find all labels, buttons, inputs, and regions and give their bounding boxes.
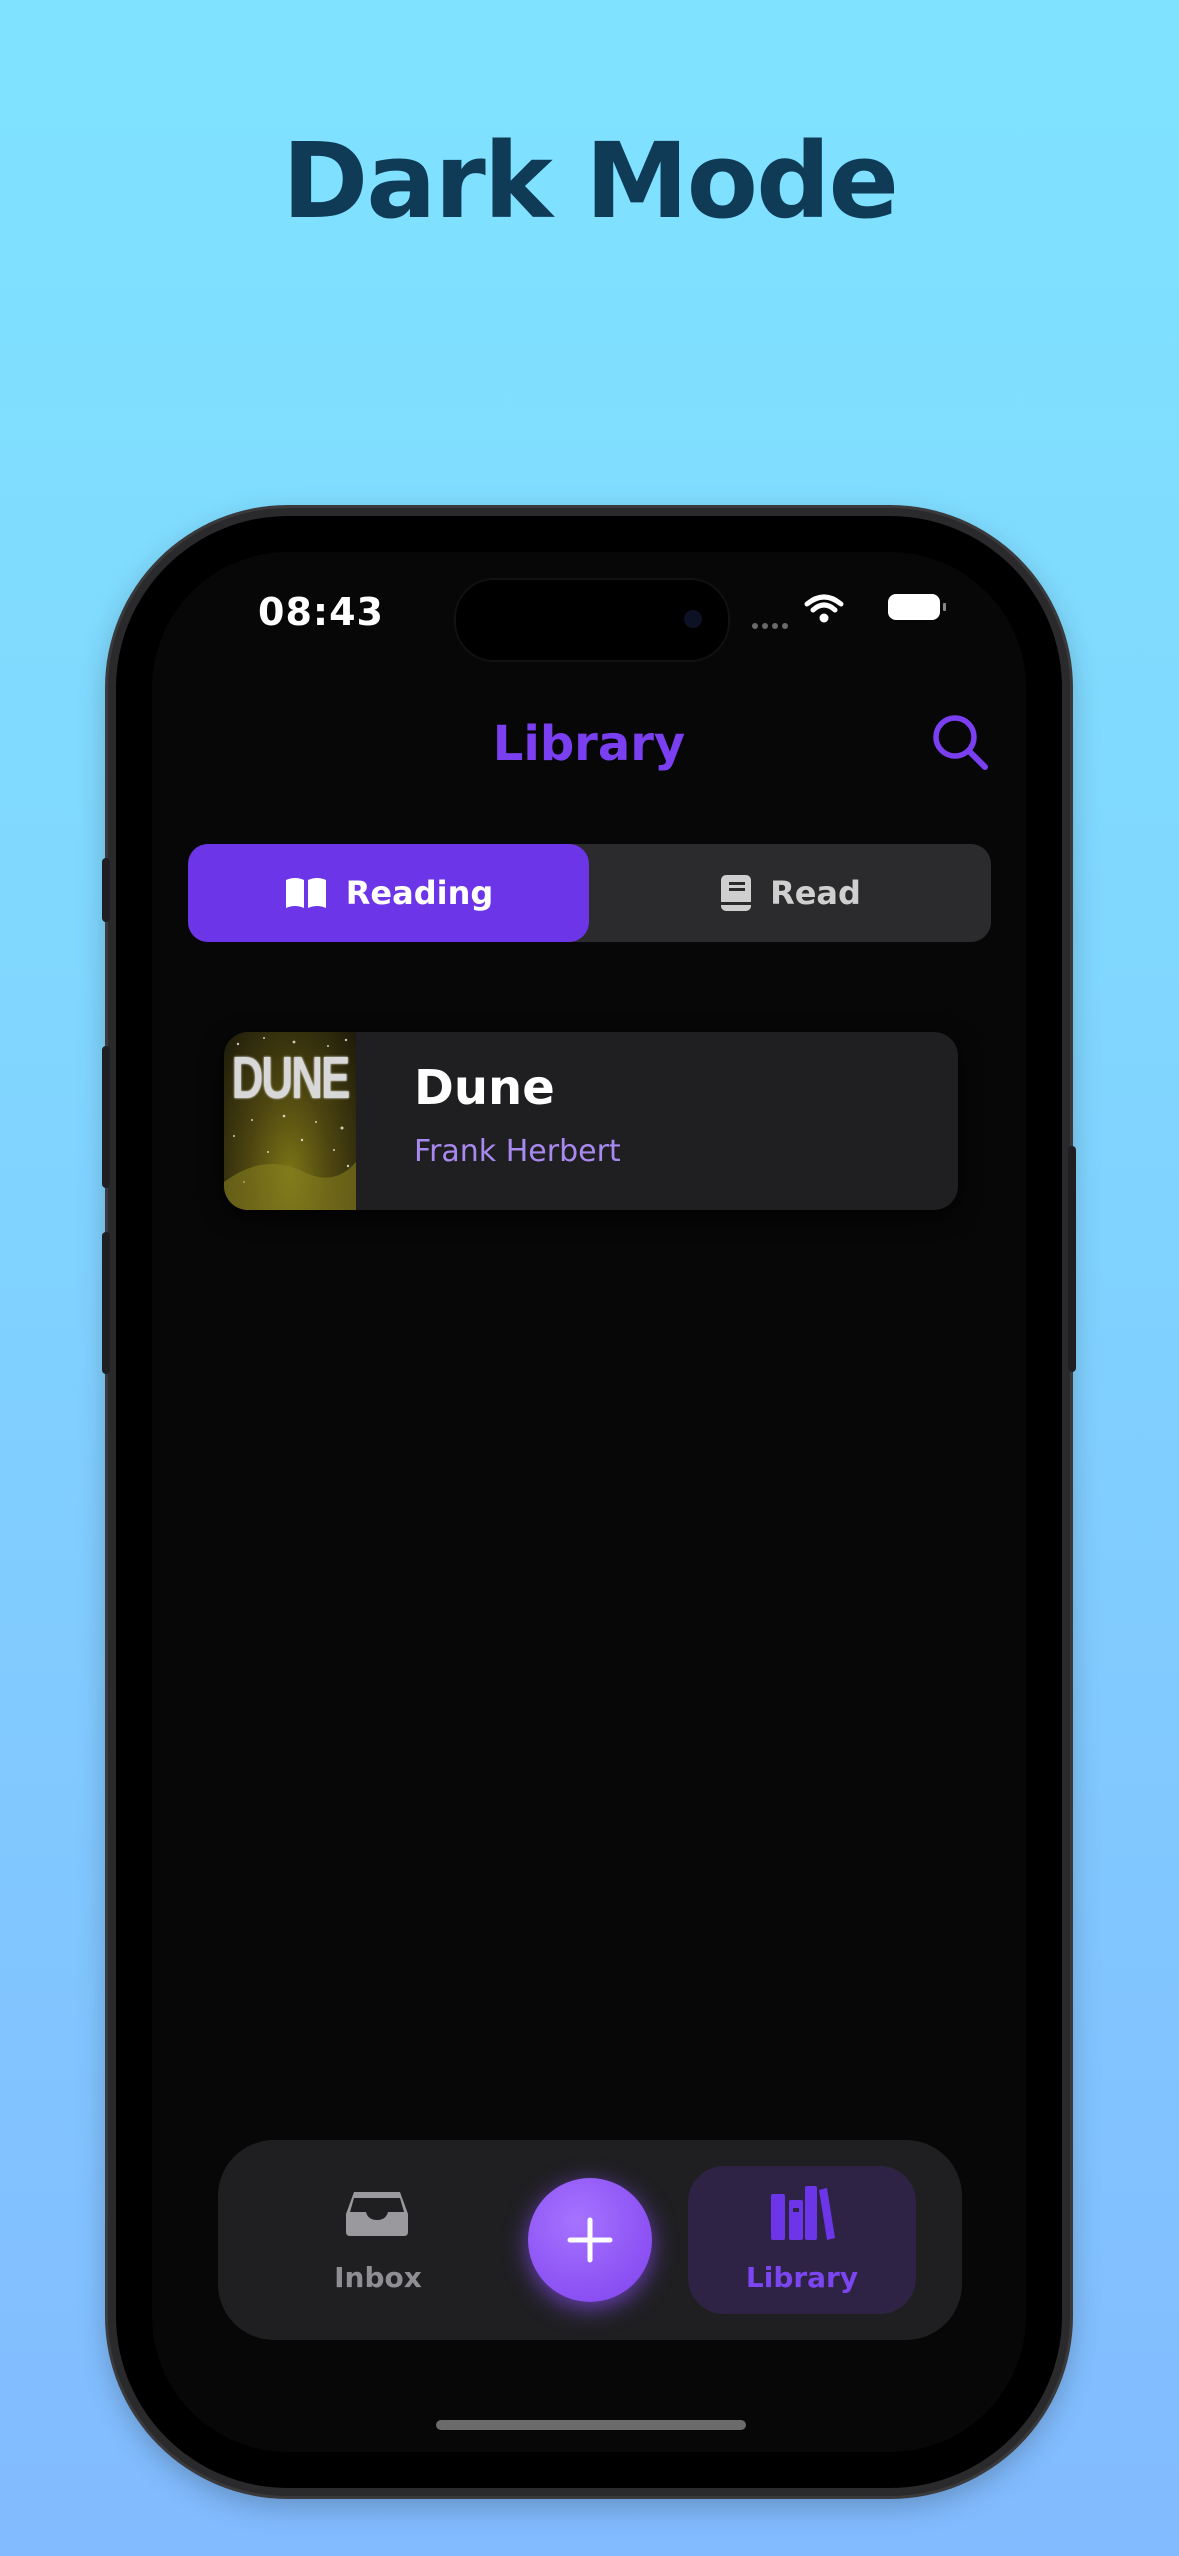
closed-book-icon bbox=[721, 875, 752, 911]
library-books-icon bbox=[771, 2186, 835, 2240]
volume-down-button bbox=[102, 1232, 110, 1374]
reading-status-segmented-control: Reading Read bbox=[188, 844, 991, 942]
book-author: Frank Herbert bbox=[414, 1134, 621, 1169]
wifi-icon bbox=[804, 594, 844, 623]
tab-inbox-label: Inbox bbox=[334, 2261, 422, 2294]
cover-title-art: DUNE bbox=[231, 1045, 351, 1112]
tab-bar: Inbox Library bbox=[218, 2140, 962, 2340]
page-title: Library bbox=[492, 716, 686, 772]
power-button bbox=[1068, 1146, 1076, 1372]
segment-reading[interactable]: Reading bbox=[188, 844, 589, 942]
home-indicator bbox=[436, 2420, 746, 2430]
search-icon[interactable] bbox=[930, 712, 990, 772]
cellular-signal-icon bbox=[752, 614, 792, 629]
segment-read-label: Read bbox=[770, 874, 861, 912]
dynamic-island bbox=[454, 578, 730, 662]
status-time: 08:43 bbox=[258, 590, 384, 634]
volume-up-button bbox=[102, 1046, 110, 1188]
battery-icon bbox=[888, 594, 946, 620]
book-cover: DUNE bbox=[224, 1032, 356, 1210]
tab-inbox[interactable]: Inbox bbox=[264, 2166, 492, 2314]
book-title: Dune bbox=[414, 1060, 555, 1116]
book-card[interactable]: DUNE Dune Frank Herbert bbox=[224, 1032, 958, 1210]
tab-library[interactable]: Library bbox=[688, 2166, 916, 2314]
add-book-button[interactable] bbox=[528, 2178, 652, 2302]
segment-reading-label: Reading bbox=[345, 874, 494, 912]
open-book-icon bbox=[285, 878, 326, 908]
inbox-tray-icon bbox=[346, 2192, 408, 2236]
headline: Dark Mode bbox=[281, 120, 899, 242]
plus-icon bbox=[567, 2217, 613, 2263]
app-screen: 08:43 Library Reading Read DUNE Dune Fra… bbox=[152, 552, 1026, 2452]
status-indicators bbox=[720, 594, 960, 629]
segment-read[interactable]: Read bbox=[590, 844, 991, 942]
tab-library-label: Library bbox=[745, 2261, 859, 2294]
action-button bbox=[102, 858, 110, 922]
front-camera bbox=[684, 610, 702, 628]
